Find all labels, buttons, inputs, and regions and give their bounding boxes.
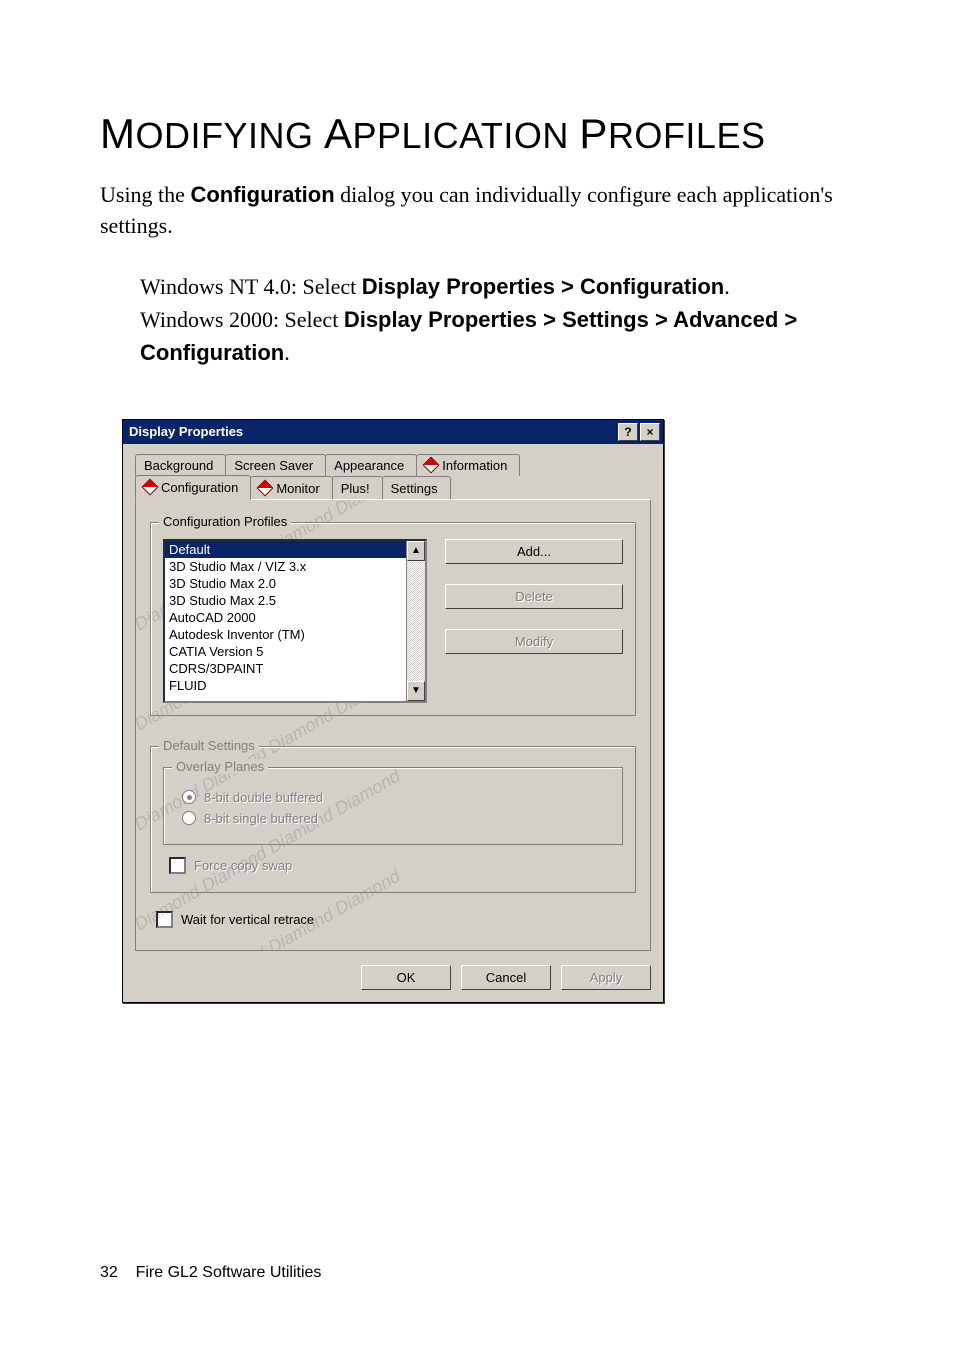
- list-item[interactable]: 3D Studio Max 2.5: [165, 592, 425, 609]
- diamond-icon: [425, 459, 437, 471]
- delete-button[interactable]: Delete: [445, 584, 623, 609]
- tab-information[interactable]: Information: [416, 454, 520, 476]
- steps-block: Windows NT 4.0: Select Display Propertie…: [140, 270, 854, 369]
- intro-paragraph: Using the Configuration dialog you can i…: [100, 180, 854, 242]
- group-configuration-profiles: Configuration Profiles Default 3D Studio…: [150, 522, 636, 716]
- list-item[interactable]: FLUID: [165, 677, 425, 694]
- intro-bold: Configuration: [190, 182, 334, 207]
- diamond-icon: [259, 482, 271, 494]
- step1-prefix: Windows NT 4.0: Select: [140, 274, 362, 299]
- diamond-icon: [144, 481, 156, 493]
- radio-8bit-single[interactable]: 8-bit single buffered: [182, 811, 610, 826]
- footer-title: Fire GL2 Software Utilities: [136, 1264, 322, 1281]
- list-item[interactable]: Default: [165, 541, 425, 558]
- check-label: Wait for vertical retrace: [181, 912, 314, 927]
- group-legend-default: Default Settings: [159, 738, 259, 753]
- check-force-copy-swap[interactable]: Force copy swap: [169, 857, 623, 874]
- profiles-listbox[interactable]: Default 3D Studio Max / VIZ 3.x 3D Studi…: [163, 539, 427, 703]
- tab-row-2: Configuration Monitor Plus! Settings: [135, 476, 651, 500]
- step-win2000: Windows 2000: Select Display Properties …: [140, 303, 854, 369]
- titlebar[interactable]: Display Properties ? ×: [123, 420, 663, 444]
- dialog-title: Display Properties: [129, 424, 616, 439]
- scrollbar[interactable]: ▲ ▼: [406, 541, 425, 701]
- apply-button[interactable]: Apply: [561, 965, 651, 990]
- tab-configuration[interactable]: Configuration: [135, 475, 251, 500]
- group-default-settings: Default Settings Overlay Planes 8-bit do…: [150, 746, 636, 893]
- checkbox-icon: [156, 911, 173, 928]
- group-legend-profiles: Configuration Profiles: [159, 514, 291, 529]
- ok-button[interactable]: OK: [361, 965, 451, 990]
- tab-screen-saver[interactable]: Screen Saver: [225, 454, 326, 476]
- tab-settings[interactable]: Settings: [382, 476, 451, 500]
- tab-monitor[interactable]: Monitor: [250, 476, 332, 500]
- radio-8bit-double[interactable]: 8-bit double buffered: [182, 790, 610, 805]
- step1-suffix: .: [724, 274, 730, 299]
- list-item[interactable]: 3D Studio Max / VIZ 3.x: [165, 558, 425, 575]
- group-legend-overlay: Overlay Planes: [172, 759, 268, 774]
- radio-icon: [182, 790, 196, 804]
- dialog-button-row: OK Cancel Apply: [135, 965, 651, 990]
- list-item[interactable]: 3D Studio Max 2.0: [165, 575, 425, 592]
- step2-prefix: Windows 2000: Select: [140, 307, 344, 332]
- tab-appearance[interactable]: Appearance: [325, 454, 417, 476]
- intro-prefix: Using the: [100, 182, 190, 207]
- radio-label: 8-bit double buffered: [204, 790, 323, 805]
- modify-button[interactable]: Modify: [445, 629, 623, 654]
- step1-bold: Display Properties > Configuration: [362, 274, 724, 299]
- list-item[interactable]: Autodesk Inventor (TM): [165, 626, 425, 643]
- add-button[interactable]: Add...: [445, 539, 623, 564]
- tab-panel: Diamond Diamond Diamond Diamond Diamond …: [135, 499, 651, 951]
- scroll-track[interactable]: [407, 561, 425, 681]
- tab-row-1: Background Screen Saver Appearance Infor…: [135, 454, 651, 476]
- page-footer: 32 Fire GL2 Software Utilities: [100, 1264, 321, 1282]
- scroll-down-icon[interactable]: ▼: [407, 681, 425, 701]
- cancel-button[interactable]: Cancel: [461, 965, 551, 990]
- help-button[interactable]: ?: [618, 423, 638, 441]
- page-heading: MODIFYING APPLICATION PROFILES: [100, 110, 854, 158]
- tab-plus[interactable]: Plus!: [332, 476, 383, 500]
- page-number: 32: [100, 1264, 118, 1281]
- step-nt4: Windows NT 4.0: Select Display Propertie…: [140, 270, 854, 303]
- close-button[interactable]: ×: [640, 423, 660, 441]
- list-item[interactable]: CDRS/3DPAINT: [165, 660, 425, 677]
- radio-label: 8-bit single buffered: [204, 811, 318, 826]
- check-label: Force copy swap: [194, 858, 292, 873]
- group-overlay-planes: Overlay Planes 8-bit double buffered 8-b…: [163, 767, 623, 845]
- list-item[interactable]: CATIA Version 5: [165, 643, 425, 660]
- scroll-up-icon[interactable]: ▲: [407, 541, 425, 561]
- list-item[interactable]: AutoCAD 2000: [165, 609, 425, 626]
- step2-suffix: .: [284, 340, 290, 365]
- radio-icon: [182, 811, 196, 825]
- checkbox-icon: [169, 857, 186, 874]
- display-properties-dialog: Display Properties ? × Background Screen…: [122, 419, 664, 1003]
- check-wait-vertical-retrace[interactable]: Wait for vertical retrace: [156, 911, 636, 928]
- tab-background[interactable]: Background: [135, 454, 226, 476]
